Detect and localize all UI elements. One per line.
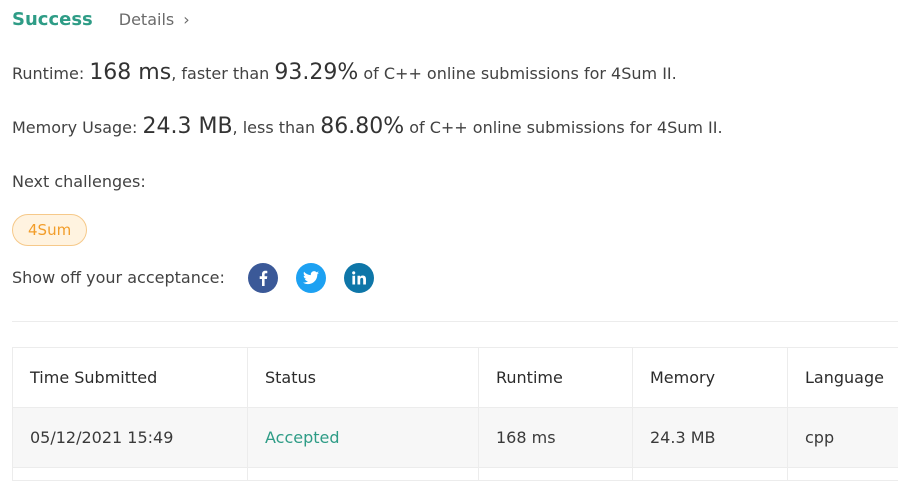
column-header-memory: Memory [633, 348, 788, 408]
runtime-value: 168 ms [89, 60, 171, 85]
column-header-runtime: Runtime [479, 348, 633, 408]
memory-suffix: of C++ online submissions for 4Sum II. [404, 118, 722, 137]
details-label: Details [119, 10, 174, 29]
share-label: Show off your acceptance: [12, 268, 225, 287]
runtime-summary: Runtime: 168 ms, faster than 93.29% of C… [12, 60, 677, 85]
memory-label: Memory Usage: [12, 118, 142, 137]
section-divider [12, 321, 898, 322]
facebook-icon[interactable] [248, 263, 278, 293]
memory-percent: 86.80% [320, 114, 404, 139]
cell-status-link[interactable]: Accepted [248, 408, 479, 468]
column-header-time-submitted: Time Submitted [13, 348, 248, 408]
chevron-right-icon: › [183, 10, 189, 29]
runtime-middle: , faster than [171, 64, 274, 83]
runtime-label: Runtime: [12, 64, 89, 83]
submissions-table: Time Submitted Status Runtime Memory Lan… [12, 347, 898, 481]
memory-summary: Memory Usage: 24.3 MB, less than 86.80% … [12, 114, 723, 139]
runtime-percent: 93.29% [274, 60, 358, 85]
memory-value: 24.3 MB [142, 114, 232, 139]
runtime-suffix: of C++ online submissions for 4Sum II. [358, 64, 676, 83]
column-header-status: Status [248, 348, 479, 408]
cell-runtime: 168 ms [479, 408, 633, 468]
details-link[interactable]: Details › [119, 10, 190, 29]
twitter-icon[interactable] [296, 263, 326, 293]
linkedin-icon[interactable] [344, 263, 374, 293]
table-row: 05/12/2021 15:49 Accepted 168 ms 24.3 MB… [13, 408, 898, 468]
status-success: Success [12, 9, 93, 30]
result-header: Success Details › [12, 9, 190, 30]
column-header-language: Language [788, 348, 898, 408]
memory-middle: , less than [233, 118, 321, 137]
table-row-partial [13, 468, 898, 481]
cell-memory: 24.3 MB [633, 408, 788, 468]
cell-language: cpp [788, 408, 898, 468]
next-challenges-label: Next challenges: [12, 172, 146, 191]
challenge-tag-4sum[interactable]: 4Sum [12, 214, 87, 246]
table-header-row: Time Submitted Status Runtime Memory Lan… [13, 348, 898, 408]
cell-time-submitted: 05/12/2021 15:49 [13, 408, 248, 468]
